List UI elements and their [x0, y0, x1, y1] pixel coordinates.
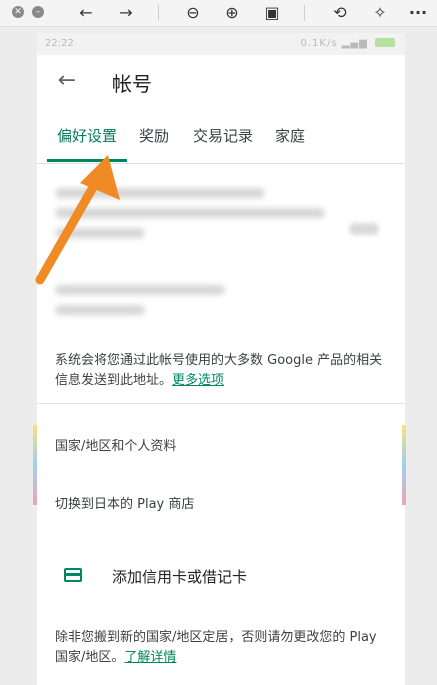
credit-card-icon: [64, 568, 82, 582]
divider: [37, 403, 405, 404]
back-arrow-icon[interactable]: ←: [76, 2, 96, 24]
minimize-circle-icon[interactable]: –: [32, 6, 44, 18]
close-circle-icon[interactable]: ✕: [12, 6, 24, 18]
toolbar-divider: [158, 5, 159, 21]
zoom-out-icon[interactable]: ⊖: [183, 2, 203, 24]
status-icons: 0.1K/s ▂▄▆: [300, 38, 395, 49]
redacted-email-address: [55, 285, 375, 325]
country-profile-header: 国家/地区和个人资料: [55, 439, 177, 454]
image-viewer-toolbar: ✕ – ← → ⊖ ⊕ ▣ ⟲ ✧ ···: [0, 0, 437, 27]
status-time: 22:22: [45, 38, 74, 49]
switch-store-item[interactable]: 切换到日本的 Play 商店: [55, 493, 194, 512]
tab-rewards[interactable]: 奖励: [139, 125, 169, 146]
add-card-row[interactable]: 添加信用卡或借记卡: [37, 558, 405, 596]
network-speed: 0.1K/s: [300, 38, 338, 49]
email-info-text: 系统会将您通过此帐号使用的大多数 Google 产品的相关信息发送到此地址。更多…: [55, 351, 391, 391]
decorative-stripe-left: [33, 425, 37, 505]
phone-screen: 22:22 0.1K/s ▂▄▆ ← 帐号 偏好设置 奖励 交易记录 家庭 系统…: [37, 33, 405, 685]
fit-screen-icon[interactable]: ▣: [262, 2, 282, 24]
annotation-arrow-icon: [35, 155, 120, 285]
tab-order-history[interactable]: 交易记录: [193, 125, 253, 146]
back-arrow-icon[interactable]: ←: [55, 69, 79, 93]
add-card-label: 添加信用卡或借记卡: [112, 568, 248, 586]
magic-wand-icon[interactable]: ✧: [370, 2, 390, 24]
redacted-toggle[interactable]: [349, 223, 379, 235]
signal-icon: ▂▄▆: [341, 38, 368, 49]
more-icon[interactable]: ···: [408, 2, 428, 24]
watermark: [311, 645, 401, 679]
battery-icon: [375, 38, 395, 47]
more-options-link[interactable]: 更多选项: [172, 373, 224, 388]
page-title: 帐号: [112, 72, 152, 96]
app-bar: ← 帐号: [37, 55, 405, 111]
tab-preferences[interactable]: 偏好设置: [57, 125, 117, 146]
tab-family[interactable]: 家庭: [275, 125, 305, 146]
zoom-in-icon[interactable]: ⊕: [222, 2, 242, 24]
decorative-stripe-right: [402, 425, 406, 505]
forward-arrow-icon[interactable]: →: [116, 2, 136, 24]
rotate-icon[interactable]: ⟲: [330, 2, 350, 24]
status-bar: 22:22 0.1K/s ▂▄▆: [37, 33, 405, 55]
learn-more-link[interactable]: 了解详情: [124, 650, 176, 665]
toolbar-divider: [304, 5, 305, 21]
